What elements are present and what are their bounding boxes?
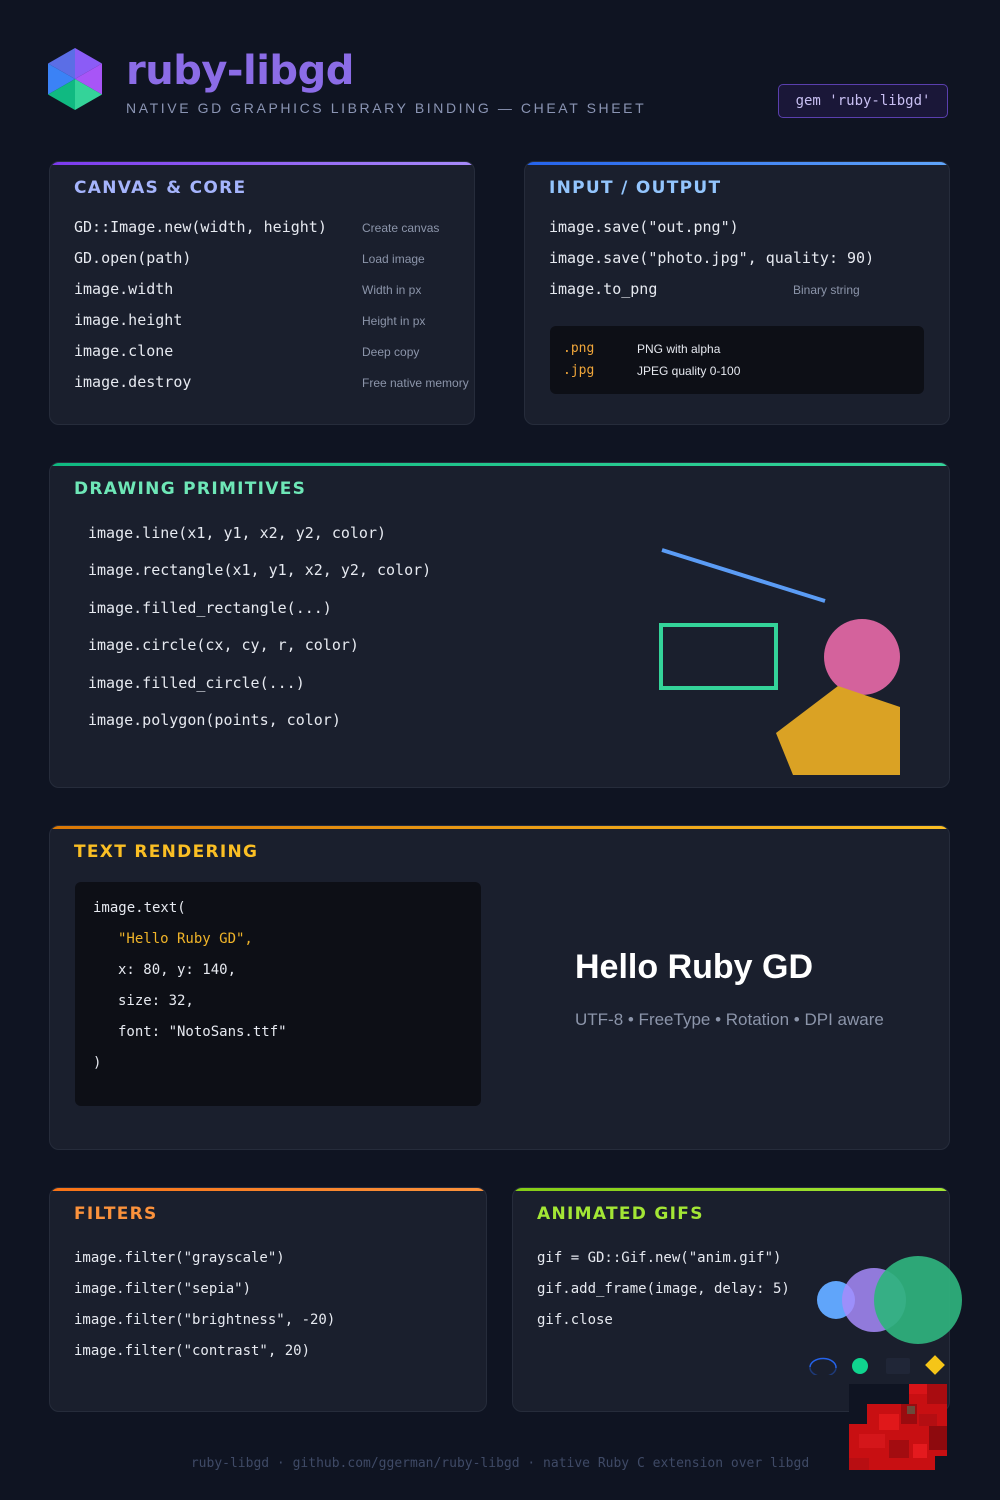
- code-line: image.clone: [74, 342, 174, 360]
- card-accent-bar: [525, 162, 949, 165]
- code-line: image.to_png: [549, 280, 658, 298]
- page-subtitle: NATIVE GD GRAPHICS LIBRARY BINDING — CHE…: [126, 100, 647, 116]
- header: ruby-libgd NATIVE GD GRAPHICS LIBRARY BI…: [48, 46, 952, 126]
- card-title: CANVAS & CORE: [74, 178, 247, 198]
- format-extension: .jpg: [563, 363, 595, 378]
- spinner-arc: [809, 1357, 837, 1369]
- code-description: Binary string: [793, 283, 860, 297]
- code-line: x: 80, y: 140,: [118, 962, 237, 978]
- text-preview-title: Hello Ruby GD: [575, 948, 814, 986]
- line-shape: [661, 548, 826, 603]
- code-line: image.height: [74, 311, 183, 329]
- code-line: font: "NotoSans.ttf": [118, 1024, 287, 1040]
- frame-diamond-yellow: [925, 1355, 945, 1375]
- code-description: Height in px: [362, 314, 426, 328]
- card-accent-bar: [50, 826, 949, 829]
- code-line: image.save("out.png"): [549, 218, 739, 236]
- card-title: DRAWING PRIMITIVES: [74, 479, 307, 499]
- text-rendering-card: TEXT RENDERING image.text( "Hello Ruby G…: [49, 825, 950, 1150]
- card-title: FILTERS: [74, 1204, 158, 1224]
- code-description: Width in px: [362, 283, 422, 297]
- card-accent-bar: [50, 463, 949, 466]
- code-block: image.text( "Hello Ruby GD", x: 80, y: 1…: [75, 882, 481, 1106]
- card-title: TEXT RENDERING: [74, 842, 259, 862]
- gif-frames-illustration: [809, 1256, 962, 1375]
- code-line: image.filter("brightness", -20): [74, 1312, 336, 1328]
- code-line: ): [93, 1055, 102, 1071]
- page-title: ruby-libgd: [126, 48, 354, 94]
- code-description: Free native memory: [362, 376, 469, 390]
- card-accent-bar: [50, 162, 474, 165]
- circle-shape: [824, 619, 900, 695]
- format-extension: .png: [563, 341, 595, 356]
- primitives-illustration: [659, 548, 900, 775]
- polygon-shape: [776, 686, 900, 775]
- code-description: Create canvas: [362, 221, 440, 235]
- card-accent-bar: [50, 1188, 486, 1191]
- format-description: PNG with alpha: [637, 342, 721, 356]
- gem-badge: gem 'ruby-libgd': [778, 84, 948, 118]
- rectangle-shape: [659, 623, 778, 690]
- code-line: GD.open(path): [74, 249, 192, 267]
- input-output-card: INPUT / OUTPUT image.save("out.png") ima…: [524, 161, 950, 425]
- frame-circle-green: [874, 1256, 962, 1344]
- code-line: image.line(x1, y1, x2, y2, color): [88, 524, 387, 542]
- code-line: size: 32,: [118, 993, 194, 1009]
- format-box: .png PNG with alpha .jpg JPEG quality 0-…: [550, 326, 924, 394]
- footer: ruby-libgd · github.com/ggerman/ruby-lib…: [190, 1456, 810, 1471]
- code-line: image.destroy: [74, 373, 192, 391]
- filters-card: FILTERS image.filter("grayscale") image.…: [49, 1187, 487, 1412]
- code-description: Load image: [362, 252, 425, 266]
- code-line: image.filled_rectangle(...): [88, 599, 332, 617]
- code-line: image.polygon(points, color): [88, 711, 341, 729]
- text-preview-caption: UTF-8 • FreeType • Rotation • DPI aware: [575, 1010, 884, 1029]
- code-line: image.width: [74, 280, 174, 298]
- code-line: image.filter("contrast", 20): [74, 1343, 311, 1359]
- hexagon-cube-icon: [48, 48, 102, 110]
- code-line: "Hello Ruby GD",: [118, 931, 253, 947]
- code-line: image.rectangle(x1, y1, x2, y2, color): [88, 561, 432, 579]
- frame-dot-green: [852, 1358, 868, 1374]
- code-line: gif.add_frame(image, delay: 5): [537, 1281, 790, 1297]
- code-line: image.circle(cx, cy, r, color): [88, 636, 359, 654]
- code-line: image.text(: [93, 900, 186, 916]
- canvas-core-card: CANVAS & CORE GD::Image.new(width, heigh…: [49, 161, 475, 425]
- card-title: ANIMATED GIFS: [537, 1204, 704, 1224]
- code-description: Deep copy: [362, 345, 420, 359]
- card-accent-bar: [513, 1188, 949, 1191]
- code-line: image.save("photo.jpg", quality: 90): [549, 249, 875, 267]
- drawing-primitives-card: DRAWING PRIMITIVES image.line(x1, y1, x2…: [49, 462, 950, 788]
- card-title: INPUT / OUTPUT: [549, 178, 722, 198]
- code-line: image.filter("grayscale"): [74, 1250, 285, 1266]
- frame-square-dark: [886, 1358, 910, 1374]
- code-line: image.filter("sepia"): [74, 1281, 252, 1297]
- format-description: JPEG quality 0-100: [637, 364, 741, 378]
- code-line: image.filled_circle(...): [88, 674, 305, 692]
- code-line: gif.close: [537, 1312, 613, 1328]
- code-line: gif = GD::Gif.new("anim.gif"): [537, 1250, 782, 1266]
- code-line: GD::Image.new(width, height): [74, 218, 327, 236]
